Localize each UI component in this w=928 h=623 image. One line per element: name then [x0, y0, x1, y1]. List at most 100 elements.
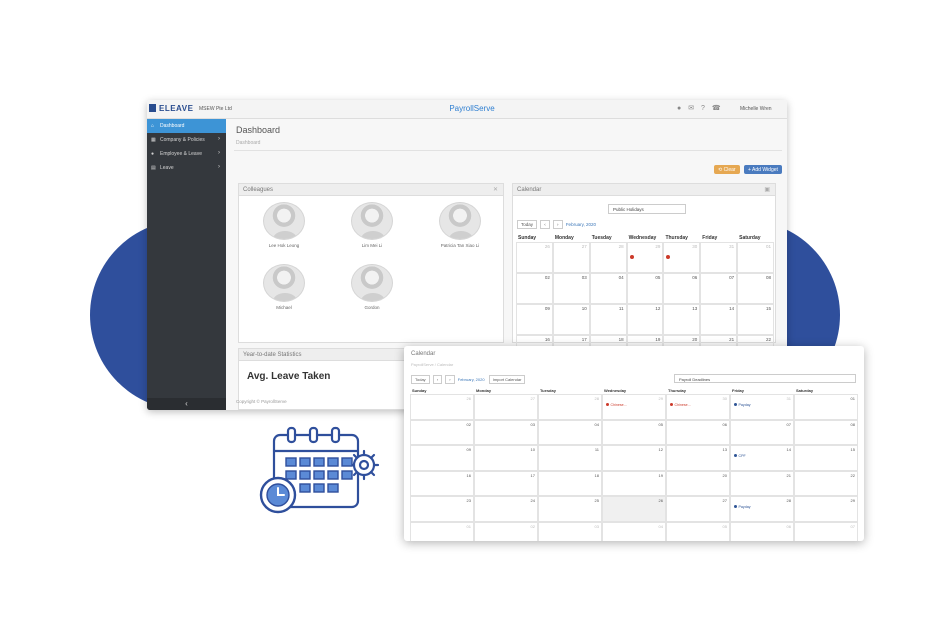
prev-month-button[interactable]: ‹: [432, 375, 443, 384]
sidebar-item-dashboard[interactable]: ⌂ Dashboard: [147, 119, 226, 133]
calendar-day-cell[interactable]: 07: [700, 273, 738, 304]
calendar-day-cell[interactable]: 06: [730, 521, 794, 541]
sidebar-item-employee-leave[interactable]: ● Employee & Leave ›: [147, 147, 226, 161]
calendar-day-cell[interactable]: 18: [538, 470, 602, 496]
calendar-day-cell[interactable]: 29 Chinese...: [602, 394, 666, 420]
calendar-day-cell[interactable]: 01: [410, 521, 474, 541]
calendar-day-cell[interactable]: 30 Chinese...: [666, 394, 730, 420]
colleague-card[interactable]: Lee Hok Leong: [249, 202, 319, 248]
calendar-day-cell[interactable]: 29: [794, 496, 858, 522]
month-label[interactable]: February, 2020: [458, 377, 485, 382]
today-button[interactable]: Today: [411, 375, 430, 384]
calendar-day-cell[interactable]: 02: [474, 521, 538, 541]
calendar-day-cell[interactable]: 02: [410, 419, 474, 445]
calendar-day-cell[interactable]: 16: [410, 470, 474, 496]
calendar-day-cell[interactable]: 14 CPF: [730, 445, 794, 471]
calendar-day-cell[interactable]: 05: [626, 273, 664, 304]
sidebar-item-company-policies[interactable]: ▦ Company & Policies ›: [147, 133, 226, 147]
calendar-day-cell[interactable]: 04: [602, 521, 666, 541]
add-widget-button[interactable]: + Add Widget: [744, 165, 782, 174]
calendar-day-cell[interactable]: 03: [552, 273, 590, 304]
clear-button[interactable]: ⟲ Clear: [714, 165, 740, 174]
next-month-button[interactable]: ›: [445, 375, 455, 384]
calendar-day-cell[interactable]: 21: [730, 470, 794, 496]
calendar-day-cell[interactable]: 26: [602, 496, 666, 522]
calendar-day-cell[interactable]: 01: [737, 242, 775, 273]
holiday-dot-icon[interactable]: [666, 255, 671, 259]
calendar-event[interactable]: Chinese...: [606, 403, 627, 407]
breadcrumb[interactable]: PayrollServe / Calendar: [411, 362, 453, 367]
mail-icon[interactable]: ✉: [688, 105, 694, 112]
calendar-event[interactable]: Chinese...: [670, 403, 691, 407]
breadcrumb[interactable]: Dashboard: [236, 140, 260, 146]
calendar-day-cell[interactable]: 29: [626, 242, 664, 273]
calendar-day-cell[interactable]: 11: [589, 304, 627, 335]
calendar-day-cell[interactable]: 24: [474, 496, 538, 522]
calendar-day-cell[interactable]: 01: [794, 394, 858, 420]
calendar-day-cell[interactable]: 04: [589, 273, 627, 304]
colleague-card[interactable]: Lim Mei Li: [337, 202, 407, 248]
calendar-day-cell[interactable]: 07: [730, 419, 794, 445]
calendar-day-cell[interactable]: 22: [794, 470, 858, 496]
notification-icon[interactable]: ●: [677, 105, 681, 112]
calendar-day-cell[interactable]: 05: [666, 521, 730, 541]
calendar-day-cell[interactable]: 17: [474, 470, 538, 496]
next-month-button[interactable]: ›: [553, 220, 563, 229]
calendar-day-cell[interactable]: 23: [410, 496, 474, 522]
calendar-day-cell[interactable]: 05: [602, 419, 666, 445]
calendar-day-cell[interactable]: 19: [602, 470, 666, 496]
calendar-day-cell[interactable]: 26: [410, 394, 474, 420]
calendar-day-cell[interactable]: 08: [737, 273, 775, 304]
phone-icon[interactable]: ☎: [712, 105, 721, 112]
calendar-day-cell[interactable]: 31: [700, 242, 738, 273]
calendar-day-cell[interactable]: 09: [516, 304, 553, 335]
calendar-day-cell[interactable]: 28 Payday: [730, 496, 794, 522]
calendar-day-cell[interactable]: 27: [552, 242, 590, 273]
collapse-sidebar-button[interactable]: ‹: [147, 398, 226, 410]
calendar-day-cell[interactable]: 14: [700, 304, 738, 335]
calendar-day-cell[interactable]: 08: [794, 419, 858, 445]
calendar-day-cell[interactable]: 28: [589, 242, 627, 273]
calendar-type-select[interactable]: Payroll Deadlines: [674, 374, 856, 383]
help-icon[interactable]: ?: [701, 105, 705, 112]
colleague-card[interactable]: Gordon: [337, 264, 407, 310]
calendar-day-cell[interactable]: 04: [538, 419, 602, 445]
calendar-day-cell[interactable]: 10: [474, 445, 538, 471]
colleague-card[interactable]: Patricia Tan Xiao Li: [425, 202, 495, 248]
brand-logo[interactable]: ELEAVE: [149, 104, 193, 113]
calendar-day-cell[interactable]: 15: [794, 445, 858, 471]
holiday-dot-icon[interactable]: [629, 255, 634, 259]
collapse-icon[interactable]: ▣: [764, 186, 770, 193]
calendar-day-cell[interactable]: 09: [410, 445, 474, 471]
calendar-event[interactable]: Payday: [734, 505, 751, 509]
calendar-day-cell[interactable]: 28: [538, 394, 602, 420]
collapse-icon[interactable]: ✕: [493, 186, 498, 193]
prev-month-button[interactable]: ‹: [540, 220, 550, 229]
month-label[interactable]: February, 2020: [566, 222, 596, 227]
calendar-day-cell[interactable]: 06: [666, 419, 730, 445]
calendar-day-cell[interactable]: 12: [602, 445, 666, 471]
sidebar-item-leave[interactable]: ▤ Leave ›: [147, 161, 226, 175]
user-menu[interactable]: Michelle Wren: [740, 106, 772, 112]
calendar-day-cell[interactable]: 10: [552, 304, 590, 335]
company-selector[interactable]: MSEW Pte Ltd: [199, 106, 232, 112]
calendar-type-select[interactable]: Public Holidays: [608, 204, 686, 214]
calendar-day-cell[interactable]: 30: [663, 242, 701, 273]
calendar-day-cell[interactable]: 13: [663, 304, 701, 335]
calendar-day-cell[interactable]: 27: [474, 394, 538, 420]
calendar-day-cell[interactable]: 07: [794, 521, 858, 541]
calendar-day-cell[interactable]: 11: [538, 445, 602, 471]
calendar-day-cell[interactable]: 03: [538, 521, 602, 541]
calendar-day-cell[interactable]: 15: [737, 304, 775, 335]
calendar-day-cell[interactable]: 25: [538, 496, 602, 522]
calendar-day-cell[interactable]: 02: [516, 273, 553, 304]
calendar-day-cell[interactable]: 20: [666, 470, 730, 496]
calendar-day-cell[interactable]: 26: [516, 242, 553, 273]
import-calendar-button[interactable]: Import Calendar: [488, 375, 526, 384]
calendar-day-cell[interactable]: 31 Payday: [730, 394, 794, 420]
colleague-card[interactable]: Michael: [249, 264, 319, 310]
calendar-event[interactable]: Payday: [734, 403, 751, 407]
calendar-day-cell[interactable]: 13: [666, 445, 730, 471]
calendar-day-cell[interactable]: 27: [666, 496, 730, 522]
today-button[interactable]: Today: [517, 220, 538, 229]
